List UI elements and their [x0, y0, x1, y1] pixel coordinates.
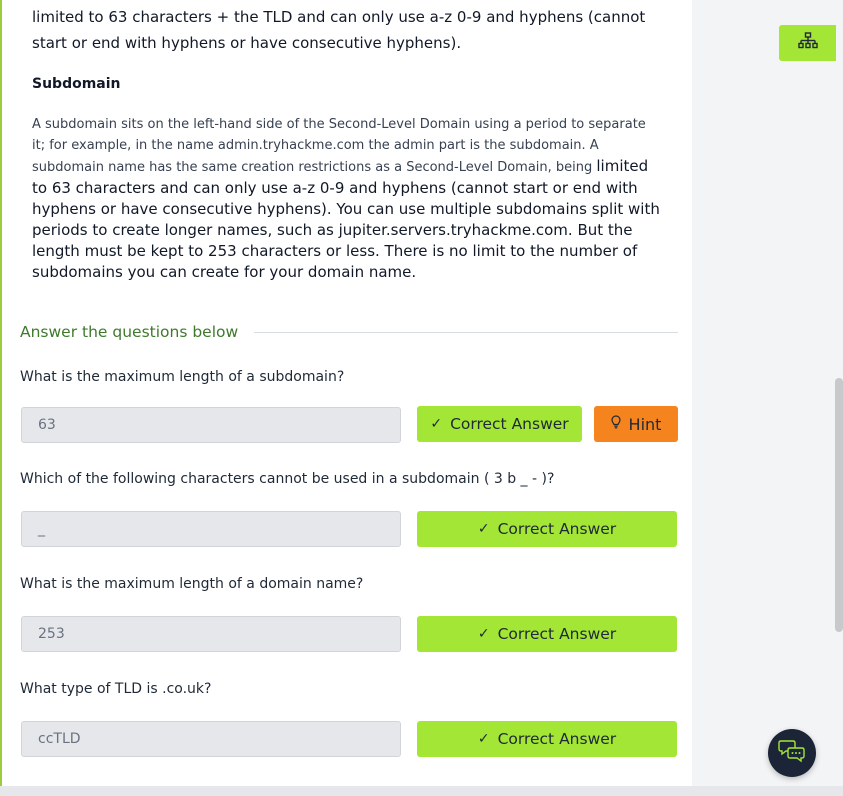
answer-field-4[interactable]: ccTLD: [21, 721, 401, 757]
paragraph-subdomain-part1: A subdomain sits on the left-hand side o…: [32, 117, 646, 175]
answer-value-2: _: [38, 521, 45, 537]
lightbulb-icon: [610, 415, 621, 433]
correct-answer-label: Correct Answer: [497, 520, 617, 538]
sitemap-button[interactable]: [779, 25, 836, 61]
bottom-strip: [0, 786, 843, 796]
correct-answer-label: Correct Answer: [497, 730, 617, 748]
answer-value-3: 253: [38, 626, 65, 642]
answers-section-header: Answer the questions below: [20, 322, 678, 342]
question-3: What is the maximum length of a domain n…: [20, 576, 364, 592]
task-content-card: limited to 63 characters + the TLD and c…: [0, 0, 692, 786]
check-icon: ✓: [477, 731, 490, 747]
check-icon: ✓: [477, 521, 490, 537]
paragraph-domain-rules: limited to 63 characters + the TLD and c…: [32, 8, 646, 52]
answer-value-4: ccTLD: [38, 731, 81, 747]
answer-value-1: 63: [38, 417, 56, 433]
answer-field-2[interactable]: _: [21, 511, 401, 547]
chat-button[interactable]: [768, 729, 816, 777]
hint-button[interactable]: Hint: [594, 406, 678, 442]
answer-field-3[interactable]: 253: [21, 616, 401, 652]
correct-answer-button-2[interactable]: ✓ Correct Answer: [417, 511, 677, 547]
chat-bubbles-icon: [778, 738, 806, 768]
paragraph-subdomain-part2: limited to 63 characters and can only us…: [32, 157, 660, 281]
subdomain-heading: Subdomain: [32, 76, 121, 92]
correct-answer-button-3[interactable]: ✓ Correct Answer: [417, 616, 677, 652]
sitemap-icon: [797, 32, 818, 54]
correct-answer-button-4[interactable]: ✓ Correct Answer: [417, 721, 677, 757]
divider: [254, 331, 678, 333]
answers-heading: Answer the questions below: [20, 323, 239, 341]
answer-field-1[interactable]: 63: [21, 407, 401, 443]
question-2: Which of the following characters cannot…: [20, 471, 555, 487]
check-icon: ✓: [430, 416, 443, 432]
question-1: What is the maximum length of a subdomai…: [20, 369, 345, 385]
paragraph-subdomain: A subdomain sits on the left-hand side o…: [32, 114, 662, 283]
correct-answer-button-1[interactable]: ✓ Correct Answer: [417, 406, 582, 442]
hint-label: Hint: [628, 414, 662, 434]
question-4: What type of TLD is .co.uk?: [20, 681, 212, 697]
right-panel: [693, 0, 843, 796]
scrollbar-thumb[interactable]: [835, 378, 843, 632]
check-icon: ✓: [477, 626, 490, 642]
correct-answer-label: Correct Answer: [497, 625, 617, 643]
correct-answer-label: Correct Answer: [450, 415, 569, 433]
